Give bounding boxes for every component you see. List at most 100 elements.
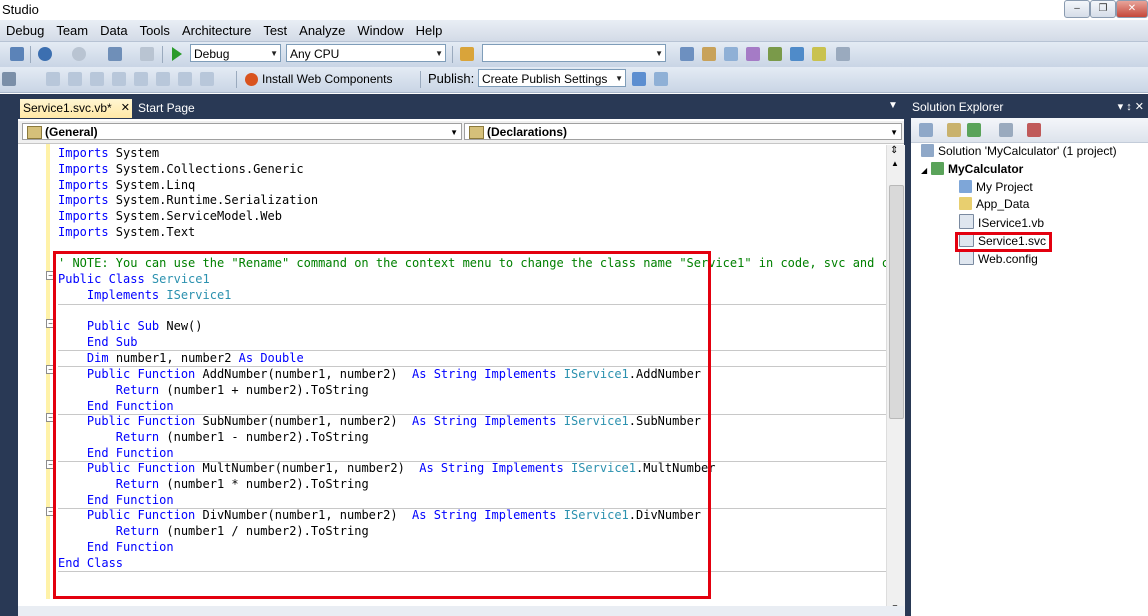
install-web-components-button[interactable]: Install Web Components [242,70,393,89]
highlight-box [955,232,1052,252]
find-in-files-icon[interactable] [460,47,474,61]
menu-data[interactable]: Data [94,20,133,38]
publish-web-icon[interactable] [654,72,668,86]
code-text-span: System.Linq [108,178,196,192]
keyword: Imports [58,178,109,192]
object-browser-icon[interactable] [724,47,738,61]
find-combo[interactable]: ▼ [482,44,666,62]
view-class-diagram-icon[interactable] [1027,123,1041,137]
chevron-down-icon: ▼ [890,128,898,137]
align-icon[interactable] [2,72,16,86]
publish-icon[interactable] [632,72,646,86]
menu-help[interactable]: Help [410,20,449,38]
tree-item-label: App_Data [976,197,1030,211]
team-explorer-icon[interactable] [812,47,826,61]
bookmark-icon[interactable] [112,72,126,86]
minimize-button[interactable]: – [1064,0,1090,18]
view-code-icon[interactable] [999,123,1013,137]
scrollbar-thumb[interactable] [889,185,904,419]
vertical-scrollbar[interactable]: ⇕ ▲ ▼ [886,145,905,616]
chevron-down-icon: ▼ [435,49,443,58]
project-node[interactable]: ◢ MyCalculator [921,161,1023,178]
scroll-up-icon[interactable]: ▲ [891,159,899,168]
document-tab-strip: Service1.svc.vb* ✕ Start Page ▼ [18,97,904,118]
split-icon[interactable]: ⇕ [890,145,898,156]
prev-bookmark-icon[interactable] [134,72,148,86]
class-icon [27,126,42,139]
menu-tools[interactable]: Tools [134,20,176,38]
zoom-icon[interactable] [200,72,214,86]
highlight-box [53,251,711,599]
uncomment-icon[interactable] [90,72,104,86]
code-line: Imports System.Collections.Generic [58,161,304,177]
standard-toolbar: Debug ▼ Any CPU ▼ ▼ [0,42,1148,68]
extension-manager-icon[interactable] [768,47,782,61]
member-navigation-select[interactable]: (Declarations) ▼ [464,123,902,140]
toolbar-separator [162,46,163,63]
toolbar-separator [236,71,237,88]
clear-bookmark-icon[interactable] [178,72,192,86]
publish-settings-value: Create Publish Settings [482,72,608,86]
navigate-forward-icon[interactable] [140,47,154,61]
redo-icon[interactable] [72,47,86,61]
navigate-backward-icon[interactable] [108,47,122,61]
tree-item-iservice1[interactable]: IService1.vb [959,214,1044,231]
tab-start-page[interactable]: Start Page [138,99,195,118]
comment-icon[interactable] [68,72,82,86]
menu-window[interactable]: Window [351,20,409,38]
expand-icon[interactable]: ◢ [921,162,931,179]
tree-item-label: IService1.vb [978,216,1045,230]
toolbox-icon[interactable] [746,47,760,61]
output-window-icon[interactable] [836,47,850,61]
toolbar-separator [420,71,421,88]
window-title: Studio [2,2,39,17]
solution-explorer-icon[interactable] [680,47,694,61]
tree-item-label: Web.config [978,252,1038,266]
solution-icon [921,144,934,157]
toolbar-separator [452,46,453,63]
keyword: Imports [58,146,109,160]
keyword: Imports [58,225,109,239]
horizontal-scrollbar[interactable] [18,606,904,616]
properties-icon[interactable] [702,47,716,61]
menu-test[interactable]: Test [257,20,293,38]
config-file-icon [959,250,974,265]
format-icon[interactable] [46,72,60,86]
chevron-down-icon[interactable]: ▼ [888,100,898,111]
restore-button[interactable]: ❐ [1090,0,1116,18]
start-debugging-icon[interactable] [172,47,182,61]
keyword: Imports [58,193,109,207]
publish-settings-select[interactable]: Create Publish Settings ▼ [478,69,626,87]
chevron-down-icon: ▼ [615,74,623,83]
menu-analyze[interactable]: Analyze [293,20,351,38]
close-button[interactable]: ✕ [1116,0,1148,18]
web-project-icon [931,162,944,175]
menu-architecture[interactable]: Architecture [176,20,257,38]
solution-platform-select[interactable]: Any CPU ▼ [286,44,446,62]
chevron-down-icon: ▼ [270,49,278,58]
code-text-span: System.ServiceModel.Web [108,209,282,223]
undo-icon[interactable] [38,47,52,61]
start-page-icon[interactable] [790,47,804,61]
tree-item-app-data[interactable]: App_Data [959,196,1029,213]
properties-icon[interactable] [919,123,933,137]
tree-item-web-config[interactable]: Web.config [959,250,1038,267]
member-icon [469,126,484,139]
solution-configuration-select[interactable]: Debug ▼ [190,44,281,62]
menu-debug[interactable]: Debug [0,20,50,38]
pin-icon[interactable]: ▾ ↕ ✕ [1118,97,1144,118]
solution-node[interactable]: Solution 'MyCalculator' (1 project) [921,143,1117,160]
solution-explorer-title: Solution Explorer [912,100,1004,114]
tab-service1-svc-vb[interactable]: Service1.svc.vb* ✕ [20,99,132,118]
close-icon[interactable]: ✕ [121,99,130,118]
keyword: Imports [58,209,109,223]
menu-team[interactable]: Team [50,20,94,38]
type-navigation-select[interactable]: (General) ▼ [22,123,462,140]
show-all-files-icon[interactable] [947,123,961,137]
refresh-icon[interactable] [967,123,981,137]
save-all-icon[interactable] [10,47,24,61]
tree-item-my-project[interactable]: My Project [959,179,1033,196]
next-bookmark-icon[interactable] [156,72,170,86]
toolbar-separator [30,46,31,63]
code-text-span: System.Collections.Generic [108,162,304,176]
